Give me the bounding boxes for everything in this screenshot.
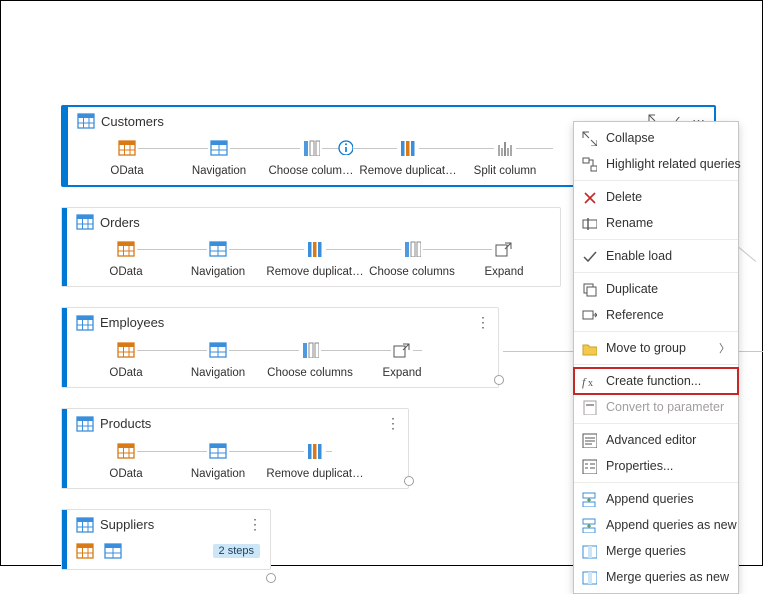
step-label: Navigation xyxy=(191,367,245,379)
query-title: Products xyxy=(100,416,380,431)
menu-merge-queries[interactable]: Merge queries xyxy=(574,538,738,564)
table-icon xyxy=(76,214,94,230)
menu-create-function[interactable]: Create function... xyxy=(574,368,738,394)
step-label: OData xyxy=(109,266,142,278)
more-icon[interactable]: ⋮ xyxy=(386,415,400,432)
check-icon xyxy=(580,247,598,265)
query-card-suppliers[interactable]: Suppliers ⋮ 2 steps xyxy=(61,509,271,570)
menu-advanced-editor[interactable]: Advanced editor xyxy=(574,427,738,453)
duplicate-icon xyxy=(580,280,598,298)
step-label: Remove duplicat… xyxy=(359,165,456,177)
query-title: Employees xyxy=(100,315,470,330)
query-card-products[interactable]: Products ⋮ OData Navigation Remove dupli… xyxy=(61,408,409,489)
odata-icon xyxy=(115,339,137,361)
split-column-icon xyxy=(494,137,516,159)
query-title: Orders xyxy=(100,215,552,230)
menu-delete[interactable]: Delete xyxy=(574,184,738,210)
fx-icon xyxy=(580,372,598,390)
navigation-icon xyxy=(104,543,122,559)
step-label: Navigation xyxy=(191,266,245,278)
table-icon xyxy=(76,517,94,533)
remove-duplicates-icon xyxy=(304,440,326,462)
step-label: Remove duplicat… xyxy=(266,266,363,278)
more-icon[interactable]: ⋮ xyxy=(476,314,490,331)
chevron-right-icon: 〉 xyxy=(719,340,730,356)
parameter-icon xyxy=(580,398,598,416)
delete-icon xyxy=(580,188,598,206)
step-label: Choose columns xyxy=(369,266,455,278)
step-label: Navigation xyxy=(192,165,246,177)
remove-duplicates-icon xyxy=(304,238,326,260)
navigation-icon xyxy=(207,339,229,361)
table-icon xyxy=(77,113,95,129)
append-icon xyxy=(580,490,598,508)
menu-move-to-group[interactable]: Move to group〉 xyxy=(574,335,738,361)
navigation-icon xyxy=(207,238,229,260)
step-label: Split column xyxy=(474,165,537,177)
step-label: Expand xyxy=(382,367,421,379)
append-new-icon xyxy=(580,516,598,534)
highlight-icon xyxy=(580,155,598,173)
collapse-icon xyxy=(580,129,598,147)
odata-icon xyxy=(76,543,94,559)
menu-append-queries[interactable]: Append queries xyxy=(574,486,738,512)
step-label: Remove duplicat… xyxy=(266,468,363,480)
step-label: OData xyxy=(109,468,142,480)
step-label: Choose columns xyxy=(267,367,353,379)
menu-enable-load[interactable]: Enable load xyxy=(574,243,738,269)
info-icon[interactable] xyxy=(337,139,353,155)
choose-columns-icon xyxy=(401,238,423,260)
context-menu: Collapse Highlight related queries Delet… xyxy=(573,121,739,594)
menu-convert-to-parameter: Convert to parameter xyxy=(574,394,738,420)
remove-duplicates-icon xyxy=(397,137,419,159)
navigation-icon xyxy=(208,137,230,159)
output-node[interactable] xyxy=(266,573,276,583)
query-card-orders[interactable]: Orders OData Navigation Remove duplicat…… xyxy=(61,207,561,287)
expand-icon xyxy=(493,238,515,260)
step-label: Choose colum… xyxy=(268,165,353,177)
expand-icon xyxy=(391,339,413,361)
menu-properties[interactable]: Properties... xyxy=(574,453,738,479)
navigation-icon xyxy=(207,440,229,462)
query-card-employees[interactable]: Employees ⋮ OData Navigation Choose colu… xyxy=(61,307,499,388)
menu-highlight-related[interactable]: Highlight related queries xyxy=(574,151,738,177)
step-label: OData xyxy=(110,165,143,177)
steps-badge: 2 steps xyxy=(213,544,260,558)
rename-icon xyxy=(580,214,598,232)
table-icon xyxy=(76,416,94,432)
step-label: Navigation xyxy=(191,468,245,480)
query-title: Customers xyxy=(101,114,641,129)
properties-icon xyxy=(580,457,598,475)
output-node[interactable] xyxy=(404,476,414,486)
menu-collapse[interactable]: Collapse xyxy=(574,125,738,151)
reference-icon xyxy=(580,306,598,324)
merge-new-icon xyxy=(580,568,598,586)
more-icon[interactable]: ⋮ xyxy=(248,516,262,533)
menu-rename[interactable]: Rename xyxy=(574,210,738,236)
odata-icon xyxy=(115,440,137,462)
odata-icon xyxy=(115,238,137,260)
menu-reference[interactable]: Reference xyxy=(574,302,738,328)
step-label: OData xyxy=(109,367,142,379)
step-label: Expand xyxy=(484,266,523,278)
menu-append-queries-new[interactable]: Append queries as new xyxy=(574,512,738,538)
odata-icon xyxy=(116,137,138,159)
table-icon xyxy=(76,315,94,331)
menu-duplicate[interactable]: Duplicate xyxy=(574,276,738,302)
query-title: Suppliers xyxy=(100,517,242,532)
advanced-editor-icon xyxy=(580,431,598,449)
choose-columns-icon xyxy=(300,137,322,159)
folder-icon xyxy=(580,339,598,357)
choose-columns-icon xyxy=(299,339,321,361)
menu-merge-queries-new[interactable]: Merge queries as new xyxy=(574,564,738,590)
merge-icon xyxy=(580,542,598,560)
output-node[interactable] xyxy=(494,375,504,385)
